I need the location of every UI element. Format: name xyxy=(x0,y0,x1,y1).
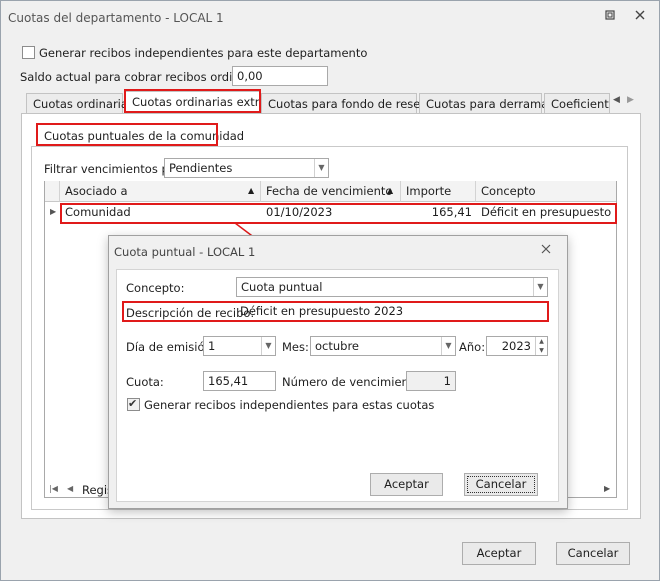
restore-icon[interactable] xyxy=(601,9,619,25)
grid-header-concepto[interactable]: Concepto xyxy=(476,181,616,202)
dialog-title: Cuota puntual - LOCAL 1 xyxy=(114,245,256,259)
window-title: Cuotas del departamento - LOCAL 1 xyxy=(8,11,224,25)
tab-highlight-box xyxy=(124,89,261,113)
accept-button[interactable]: Aceptar xyxy=(462,542,536,565)
anio-value: 2023 xyxy=(501,339,531,353)
spin-updown-icon[interactable]: ▲ ▼ xyxy=(535,337,547,355)
cancel-button[interactable]: Cancelar xyxy=(556,542,630,565)
grid-header-importe[interactable]: Importe xyxy=(401,181,476,202)
tab-scroll-right-icon[interactable]: ▶ xyxy=(627,95,634,105)
prev-record-icon[interactable]: ◀ xyxy=(67,484,73,493)
anio-spinner[interactable]: 2023 ▲ ▼ xyxy=(486,336,548,356)
dialog-cancel-button[interactable]: Cancelar xyxy=(464,473,538,496)
cuota-label: Cuota: xyxy=(126,375,164,389)
dialog-close-icon[interactable] xyxy=(540,243,552,258)
scroll-right-icon[interactable]: ▶ xyxy=(604,484,610,493)
filter-value: Pendientes xyxy=(169,161,233,175)
tab-cuotas-ordinarias[interactable]: Cuotas ordinarias xyxy=(26,93,134,114)
grid-header-fecha[interactable]: Fecha de vencimiento ▲ xyxy=(261,181,401,202)
generate-receipts-checkbox[interactable] xyxy=(127,397,140,411)
tab-fondo-reserva[interactable]: Cuotas para fondo de reserva xyxy=(261,93,439,114)
balance-input[interactable]: 0,00 xyxy=(232,66,328,86)
tab-derramas[interactable]: Cuotas para derramas xyxy=(419,93,554,114)
filter-select[interactable]: Pendientes ▼ xyxy=(164,158,329,178)
mes-value: octubre xyxy=(315,339,360,353)
cuota-puntual-dialog: Cuota puntual - LOCAL 1 Concepto: Cuota … xyxy=(108,235,568,509)
concepto-value: Cuota puntual xyxy=(241,280,323,294)
chevron-down-icon[interactable]: ▼ xyxy=(441,337,455,355)
sort-asc-icon: ▲ xyxy=(387,186,394,195)
sort-asc-icon: ▲ xyxy=(248,186,255,195)
close-icon[interactable] xyxy=(631,9,649,25)
group-title-highlight-box xyxy=(36,123,218,146)
grid-header-asociado[interactable]: Asociado a ▲ xyxy=(60,181,261,202)
concepto-label: Concepto: xyxy=(126,281,185,295)
independent-receipts-checkbox[interactable] xyxy=(22,46,35,59)
mes-select[interactable]: octubre ▼ xyxy=(310,336,456,356)
chevron-down-icon[interactable]: ▼ xyxy=(261,337,275,355)
chevron-down-icon[interactable]: ▼ xyxy=(314,159,328,177)
chevron-down-icon[interactable]: ▼ xyxy=(533,278,547,296)
row-highlight-box xyxy=(60,203,617,224)
anio-label: Año: xyxy=(459,340,486,354)
first-record-icon[interactable]: |◀ xyxy=(49,484,58,493)
mes-label: Mes: xyxy=(282,340,309,354)
num-venc-input: 1 xyxy=(406,371,456,391)
main-window: Cuotas del departamento - LOCAL 1 Genera… xyxy=(0,0,660,581)
dialog-accept-button[interactable]: Aceptar xyxy=(370,473,443,496)
tab-coeficientes[interactable]: Coeficientes xyxy=(544,93,610,114)
dia-value: 1 xyxy=(208,339,216,353)
cuota-input[interactable]: 165,41 xyxy=(203,371,276,391)
grid-indicator-header xyxy=(45,181,60,202)
independent-receipts-label: Generar recibos independientes para este… xyxy=(39,46,368,60)
title-bar: Cuotas del departamento - LOCAL 1 xyxy=(1,1,659,35)
dia-select[interactable]: 1 ▼ xyxy=(203,336,276,356)
generate-receipts-label: Generar recibos independientes para esta… xyxy=(144,398,435,412)
concepto-select[interactable]: Cuota puntual ▼ xyxy=(236,277,548,297)
descripcion-highlight-box xyxy=(122,301,549,322)
tab-scroll-left-icon[interactable]: ◀ xyxy=(613,95,620,105)
row-indicator-icon: ▶ xyxy=(50,207,57,216)
